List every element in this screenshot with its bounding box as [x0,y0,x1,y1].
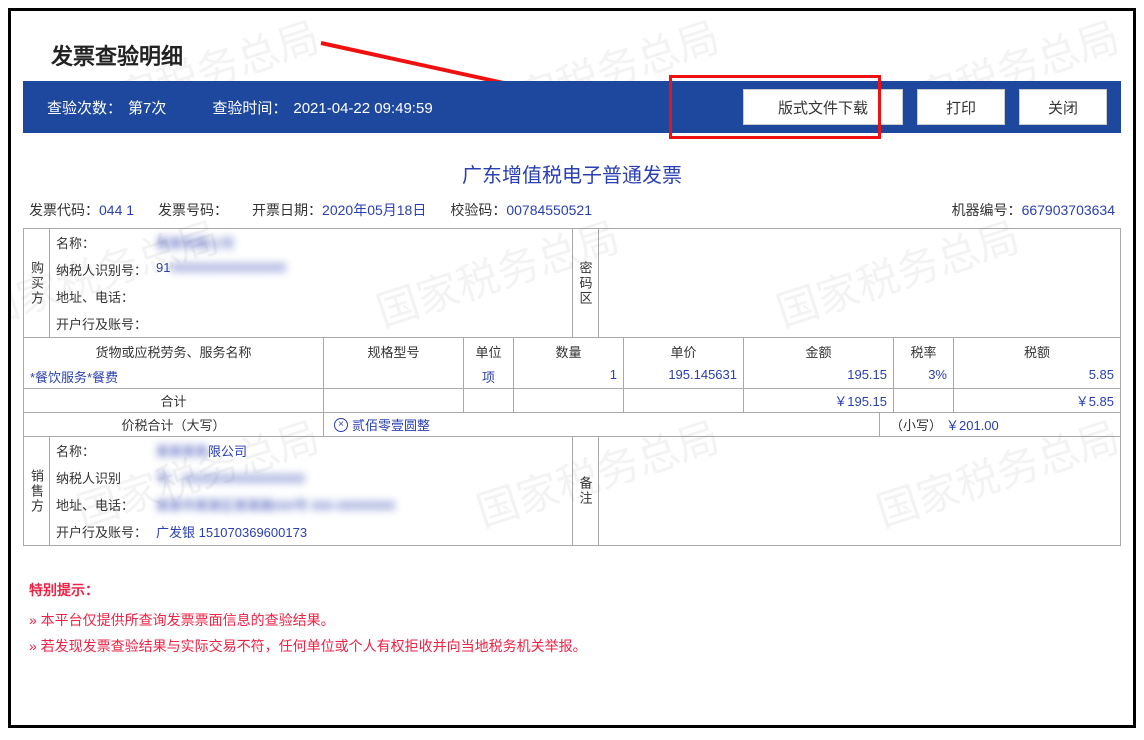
seller-bank: 广发银 151070369600173 [156,522,307,541]
remark-area [598,437,1121,545]
action-bar: 查验次数：第7次 查验时间：2021-04-22 09:49:59 版式文件下载… [23,81,1121,133]
invoice-number: 发票号码： [158,200,228,220]
buyer-block: 购买方 名称：某某有限公司 纳税人识别号：910000000000000000 … [23,228,1121,338]
machine-number: 机器编号：667903703634 [952,200,1115,220]
check-code: 校验码：00784550521 [450,200,592,220]
invoice-date: 开票日期：2020年05月18日 [252,200,426,220]
seller-name: 限公司 [208,441,247,460]
remark-label: 备注 [572,437,598,545]
tips-line: » 若发现发票查验结果与实际交易不符，任何单位或个人有权拒收并向当地税务机关举报… [29,636,1121,656]
tips-line: » 本平台仅提供所查询发票票面信息的查验结果。 [29,610,1121,630]
invoice-title: 广东增值税电子普通发票 [23,159,1121,188]
items-total-row: 价税合计（大写） ×贰佰零壹圆整 （小写）￥201.00 [24,412,1120,436]
item-row: *餐饮服务*餐费 项 1 195.145631 195.15 3% 5.85 [24,365,1120,388]
buyer-name: 某某有限公司 [156,233,234,252]
print-button[interactable]: 打印 [917,89,1005,125]
page-title: 发票查验明细 [51,39,1121,71]
seller-addr: 某某市某某区某某路000号 000-00000000 [156,495,395,514]
items-block: 货物或应税劳务、服务名称 规格型号 单位 数量 单价 金额 税率 税额 *餐饮服… [23,338,1121,437]
password-area [598,229,1121,337]
password-area-label: 密码区 [572,229,598,337]
window-frame: 国家税务总局 国家税务总局 国家税务总局 国家税务总局 国家税务总局 国家税务总… [8,8,1136,728]
seller-block: 销售方 名称：某某某某限公司 纳税人识别号：00000000000000000 … [23,437,1121,546]
items-sum-row: 合计 ￥195.15 ￥5.85 [24,388,1120,412]
close-button[interactable]: 关闭 [1019,89,1107,125]
buyer-taxid: 91 [156,260,170,279]
check-time: 查验时间：2021-04-22 09:49:59 [212,97,432,118]
check-count: 查验次数：第7次 [47,97,166,118]
circle-x-icon: × [334,418,348,432]
download-button[interactable]: 版式文件下载 [743,89,903,125]
buyer-side-label: 购买方 [24,229,50,337]
seller-side-label: 销售方 [24,437,50,545]
invoice-meta: 发票代码：044 1 发票号码： 开票日期：2020年05月18日 校验码：00… [23,200,1121,228]
invoice-code: 发票代码：044 1 [29,200,134,220]
tips-block: 特别提示： » 本平台仅提供所查询发票票面信息的查验结果。 » 若发现发票查验结… [29,580,1121,656]
invoice-area: 广东增值税电子普通发票 发票代码：044 1 发票号码： 开票日期：2020年0… [23,133,1121,546]
seller-taxid: 号：00000000000000000 [156,468,305,487]
tips-heading: 特别提示： [29,580,1121,600]
